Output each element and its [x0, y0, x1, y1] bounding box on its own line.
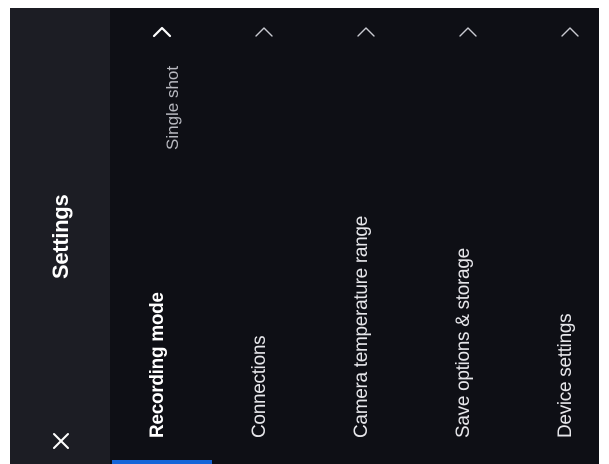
settings-item-label: Camera temperature range: [351, 216, 372, 438]
chevron-up-icon: [561, 27, 579, 37]
chevron-up-icon: [255, 27, 273, 37]
settings-item-label: Device settings: [555, 313, 576, 438]
chevron-up-icon: [459, 27, 477, 37]
active-indicator: [112, 460, 212, 464]
close-icon[interactable]: [48, 428, 74, 454]
chevron-up-icon: [357, 27, 375, 37]
settings-item-camera-temperature-range[interactable]: Camera temperature range: [316, 8, 416, 464]
chevron-up-icon: [152, 26, 172, 38]
settings-screen: Settings Recording mode Single shot Conn…: [10, 8, 599, 464]
settings-item-connections[interactable]: Connections: [214, 8, 314, 464]
settings-item-label: Connections: [249, 335, 270, 438]
settings-item-recording-mode[interactable]: Recording mode Single shot: [112, 8, 212, 464]
settings-item-label: Recording mode: [147, 292, 168, 438]
page-title: Settings: [48, 194, 73, 279]
settings-item-save-options-storage[interactable]: Save options & storage: [418, 8, 518, 464]
settings-header-panel: Settings: [10, 8, 110, 464]
settings-item-value: Single shot: [163, 65, 182, 150]
settings-item-label: Save options & storage: [453, 248, 474, 438]
settings-item-device-settings[interactable]: Device settings: [520, 8, 609, 464]
